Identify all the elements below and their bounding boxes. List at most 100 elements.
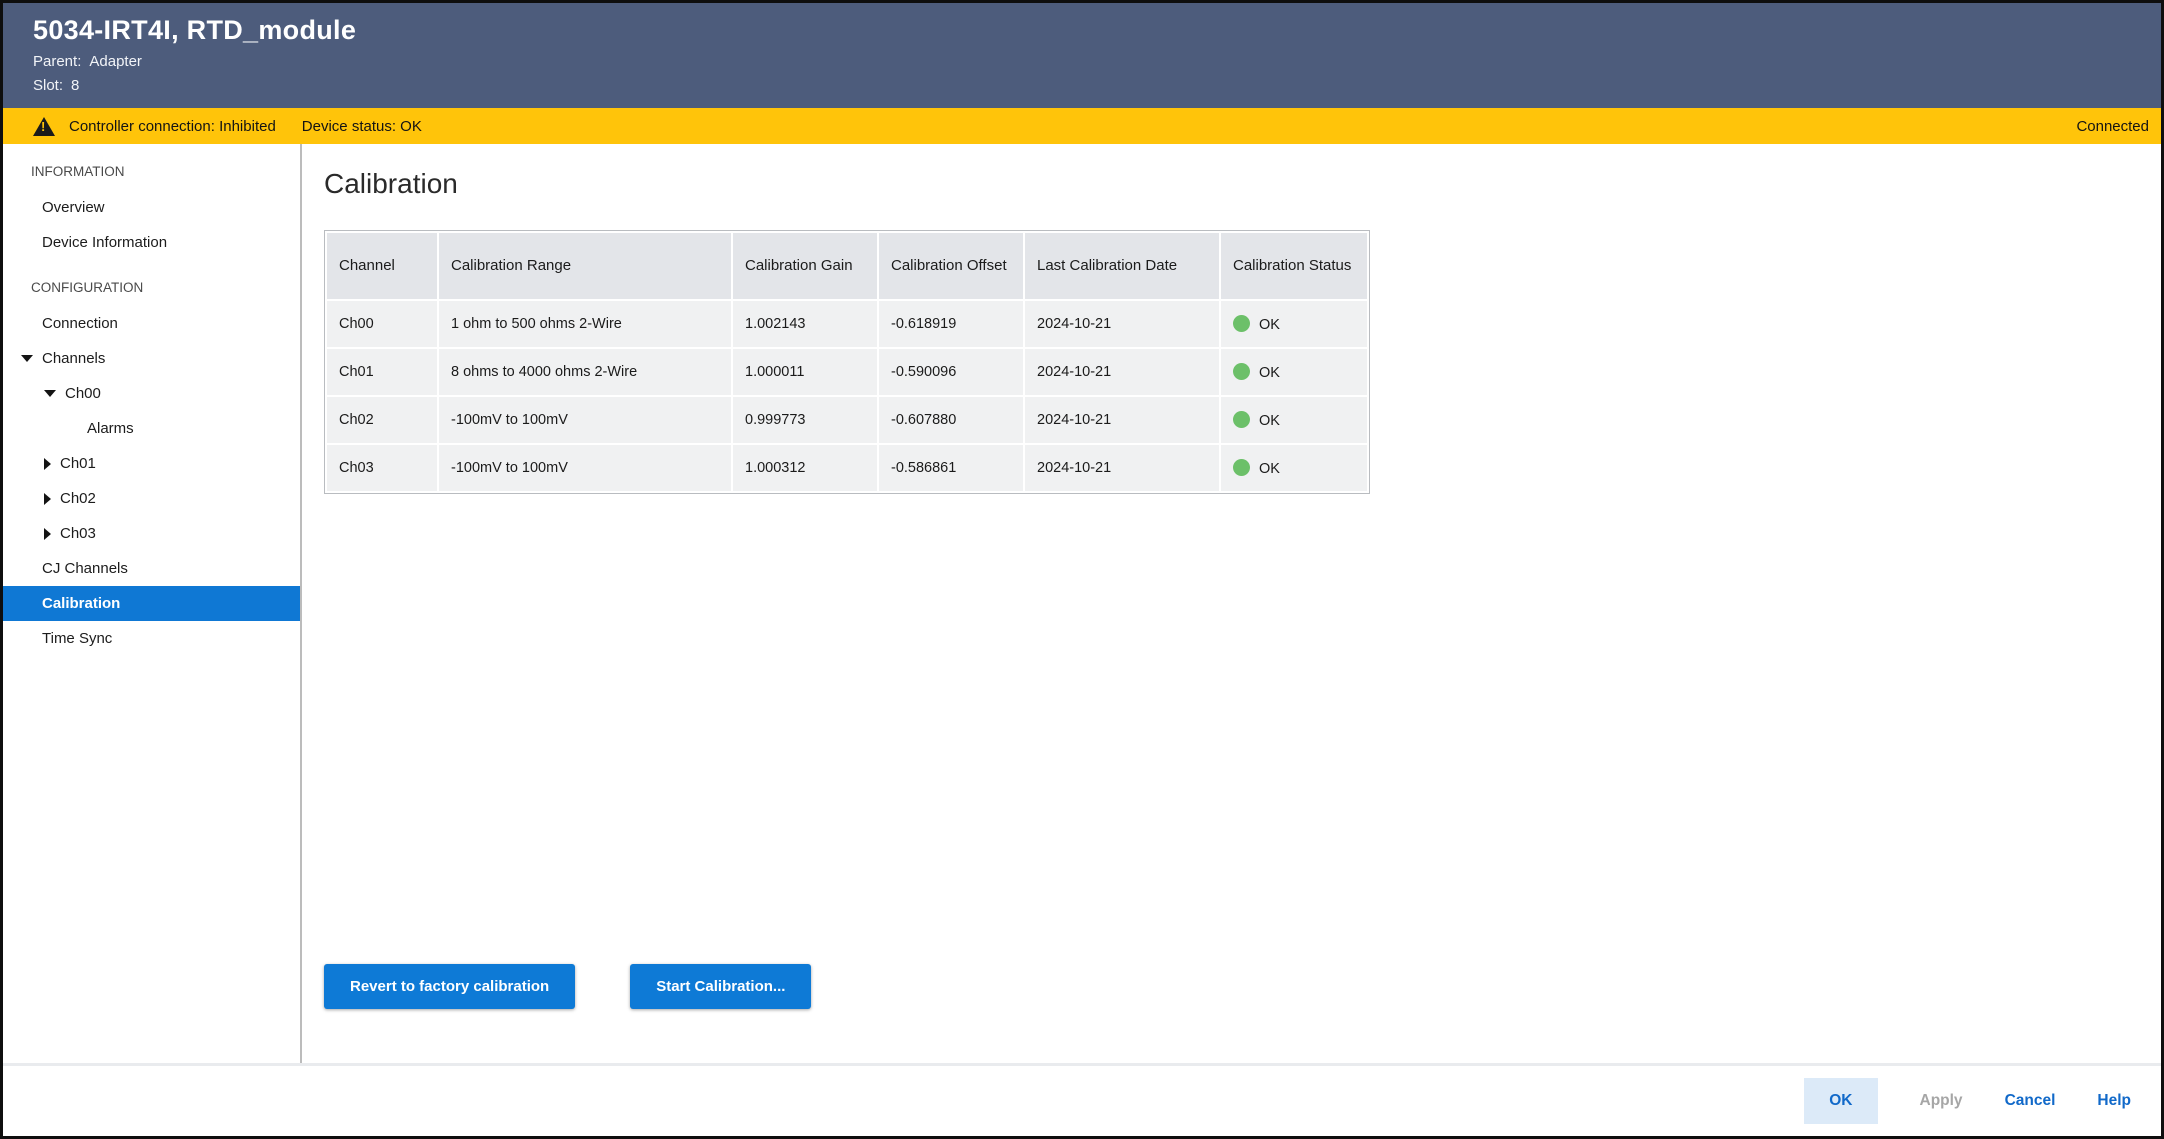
cancel-button[interactable]: Cancel — [2005, 1092, 2056, 1110]
sidebar-section-information: INFORMATION — [3, 152, 300, 190]
cell-channel: Ch02 — [327, 397, 437, 443]
title-bar: 5034-IRT4I, RTD_module Parent: Adapter Sl… — [3, 3, 2161, 108]
cell-range: -100mV to 100mV — [439, 397, 731, 443]
table-row-ch00: Ch001 ohm to 500 ohms 2-Wire1.002143-0.6… — [327, 301, 1367, 347]
main-panel: Calibration ChannelCalibration RangeCali… — [302, 144, 2161, 1063]
cell-range: 1 ohm to 500 ohms 2-Wire — [439, 301, 731, 347]
sidebar-item-label: Overview — [42, 199, 105, 216]
status-ok-dot-icon — [1233, 459, 1250, 476]
controller-connection-status: Controller connection: Inhibited — [69, 118, 276, 135]
cell-channel: Ch00 — [327, 301, 437, 347]
start-calibration-button[interactable]: Start Calibration... — [630, 964, 811, 1009]
column-header-calibration-offset: Calibration Offset — [879, 233, 1023, 299]
apply-button[interactable]: Apply — [1920, 1092, 1963, 1110]
parent-value: Adapter — [89, 53, 142, 70]
module-properties-window: 5034-IRT4I, RTD_module Parent: Adapter Sl… — [0, 0, 2164, 1139]
connection-state: Connected — [2076, 118, 2149, 135]
sidebar-item-label: Alarms — [87, 420, 134, 437]
sidebar-item-label: Calibration — [42, 595, 120, 612]
sidebar-item-connection[interactable]: Connection — [3, 306, 300, 341]
page-title: Calibration — [324, 168, 2161, 200]
sidebar-item-label: Ch03 — [60, 525, 96, 542]
sidebar-item-label: Channels — [42, 350, 105, 367]
device-status: Device status: OK — [302, 118, 422, 135]
cell-status: OK — [1221, 301, 1367, 347]
cell-range: 8 ohms to 4000 ohms 2-Wire — [439, 349, 731, 395]
warning-triangle-icon — [33, 117, 55, 136]
sidebar-item-label: Device Information — [42, 234, 167, 251]
chevron-right-icon[interactable] — [44, 528, 51, 540]
chevron-down-icon[interactable] — [44, 390, 56, 397]
help-button[interactable]: Help — [2097, 1092, 2131, 1110]
sidebar-item-cj-channels[interactable]: CJ Channels — [3, 551, 300, 586]
calibration-table-body: Ch001 ohm to 500 ohms 2-Wire1.002143-0.6… — [327, 301, 1367, 491]
calibration-actions: Revert to factory calibration Start Cali… — [324, 964, 811, 1009]
sidebar-section-configuration: CONFIGURATION — [3, 268, 300, 306]
cell-date: 2024-10-21 — [1025, 301, 1219, 347]
chevron-right-icon[interactable] — [44, 493, 51, 505]
sidebar-item-channels[interactable]: Channels — [3, 341, 300, 376]
slot-value: 8 — [71, 77, 79, 94]
sidebar-item-label: Ch01 — [60, 455, 96, 472]
cell-gain: 0.999773 — [733, 397, 877, 443]
status-banner: Controller connection: Inhibited Device … — [3, 108, 2161, 144]
status-ok-dot-icon — [1233, 411, 1250, 428]
revert-factory-calibration-button[interactable]: Revert to factory calibration — [324, 964, 575, 1009]
column-header-last-calibration-date: Last Calibration Date — [1025, 233, 1219, 299]
status-ok-dot-icon — [1233, 363, 1250, 380]
chevron-right-icon[interactable] — [44, 458, 51, 470]
parent-row: Parent: Adapter — [33, 53, 2149, 70]
calibration-table-head: ChannelCalibration RangeCalibration Gain… — [327, 233, 1367, 299]
slot-row: Slot: 8 — [33, 77, 2149, 94]
sidebar-item-ch00[interactable]: Ch00 — [3, 376, 300, 411]
status-ok-dot-icon — [1233, 315, 1250, 332]
cell-date: 2024-10-21 — [1025, 397, 1219, 443]
cell-offset: -0.590096 — [879, 349, 1023, 395]
sidebar-item-time-sync[interactable]: Time Sync — [3, 621, 300, 656]
cell-offset: -0.618919 — [879, 301, 1023, 347]
sidebar-item-device-information[interactable]: Device Information — [3, 225, 300, 260]
status-text: OK — [1259, 317, 1280, 333]
sidebar-item-calibration[interactable]: Calibration — [3, 586, 300, 621]
cell-gain: 1.000312 — [733, 445, 877, 491]
sidebar-item-ch03[interactable]: Ch03 — [3, 516, 300, 551]
parent-label: Parent: — [33, 53, 81, 70]
sidebar-item-overview[interactable]: Overview — [3, 190, 300, 225]
content-row: INFORMATION Overview Device Information CON… — [3, 144, 2161, 1063]
column-header-calibration-status: Calibration Status — [1221, 233, 1367, 299]
module-title: 5034-IRT4I, RTD_module — [33, 15, 2149, 46]
cell-status: OK — [1221, 349, 1367, 395]
cell-offset: -0.586861 — [879, 445, 1023, 491]
cell-channel: Ch03 — [327, 445, 437, 491]
table-header-row: ChannelCalibration RangeCalibration Gain… — [327, 233, 1367, 299]
sidebar-item-label: Time Sync — [42, 630, 112, 647]
sidebar-item-label: Ch02 — [60, 490, 96, 507]
column-header-calibration-gain: Calibration Gain — [733, 233, 877, 299]
column-header-calibration-range: Calibration Range — [439, 233, 731, 299]
table-row-ch03: Ch03-100mV to 100mV1.000312-0.5868612024… — [327, 445, 1367, 491]
cell-gain: 1.002143 — [733, 301, 877, 347]
table-row-ch01: Ch018 ohms to 4000 ohms 2-Wire1.000011-0… — [327, 349, 1367, 395]
sidebar-item-ch02[interactable]: Ch02 — [3, 481, 300, 516]
calibration-table: ChannelCalibration RangeCalibration Gain… — [324, 230, 1370, 494]
ok-button[interactable]: OK — [1804, 1078, 1877, 1124]
sidebar-item-alarms[interactable]: Alarms — [3, 411, 300, 446]
status-text: OK — [1259, 461, 1280, 477]
column-header-channel: Channel — [327, 233, 437, 299]
cell-status: OK — [1221, 445, 1367, 491]
sidebar-item-label: Connection — [42, 315, 118, 332]
table-row-ch02: Ch02-100mV to 100mV0.999773-0.6078802024… — [327, 397, 1367, 443]
chevron-down-icon[interactable] — [21, 355, 33, 362]
cell-channel: Ch01 — [327, 349, 437, 395]
status-text: OK — [1259, 365, 1280, 381]
status-text: OK — [1259, 413, 1280, 429]
cell-date: 2024-10-21 — [1025, 349, 1219, 395]
cell-date: 2024-10-21 — [1025, 445, 1219, 491]
sidebar-item-ch01[interactable]: Ch01 — [3, 446, 300, 481]
cell-range: -100mV to 100mV — [439, 445, 731, 491]
sidebar-item-label: CJ Channels — [42, 560, 128, 577]
cell-gain: 1.000011 — [733, 349, 877, 395]
dialog-footer: OK Apply Cancel Help — [3, 1063, 2161, 1136]
slot-label: Slot: — [33, 77, 63, 94]
sidebar-item-label: Ch00 — [65, 385, 101, 402]
